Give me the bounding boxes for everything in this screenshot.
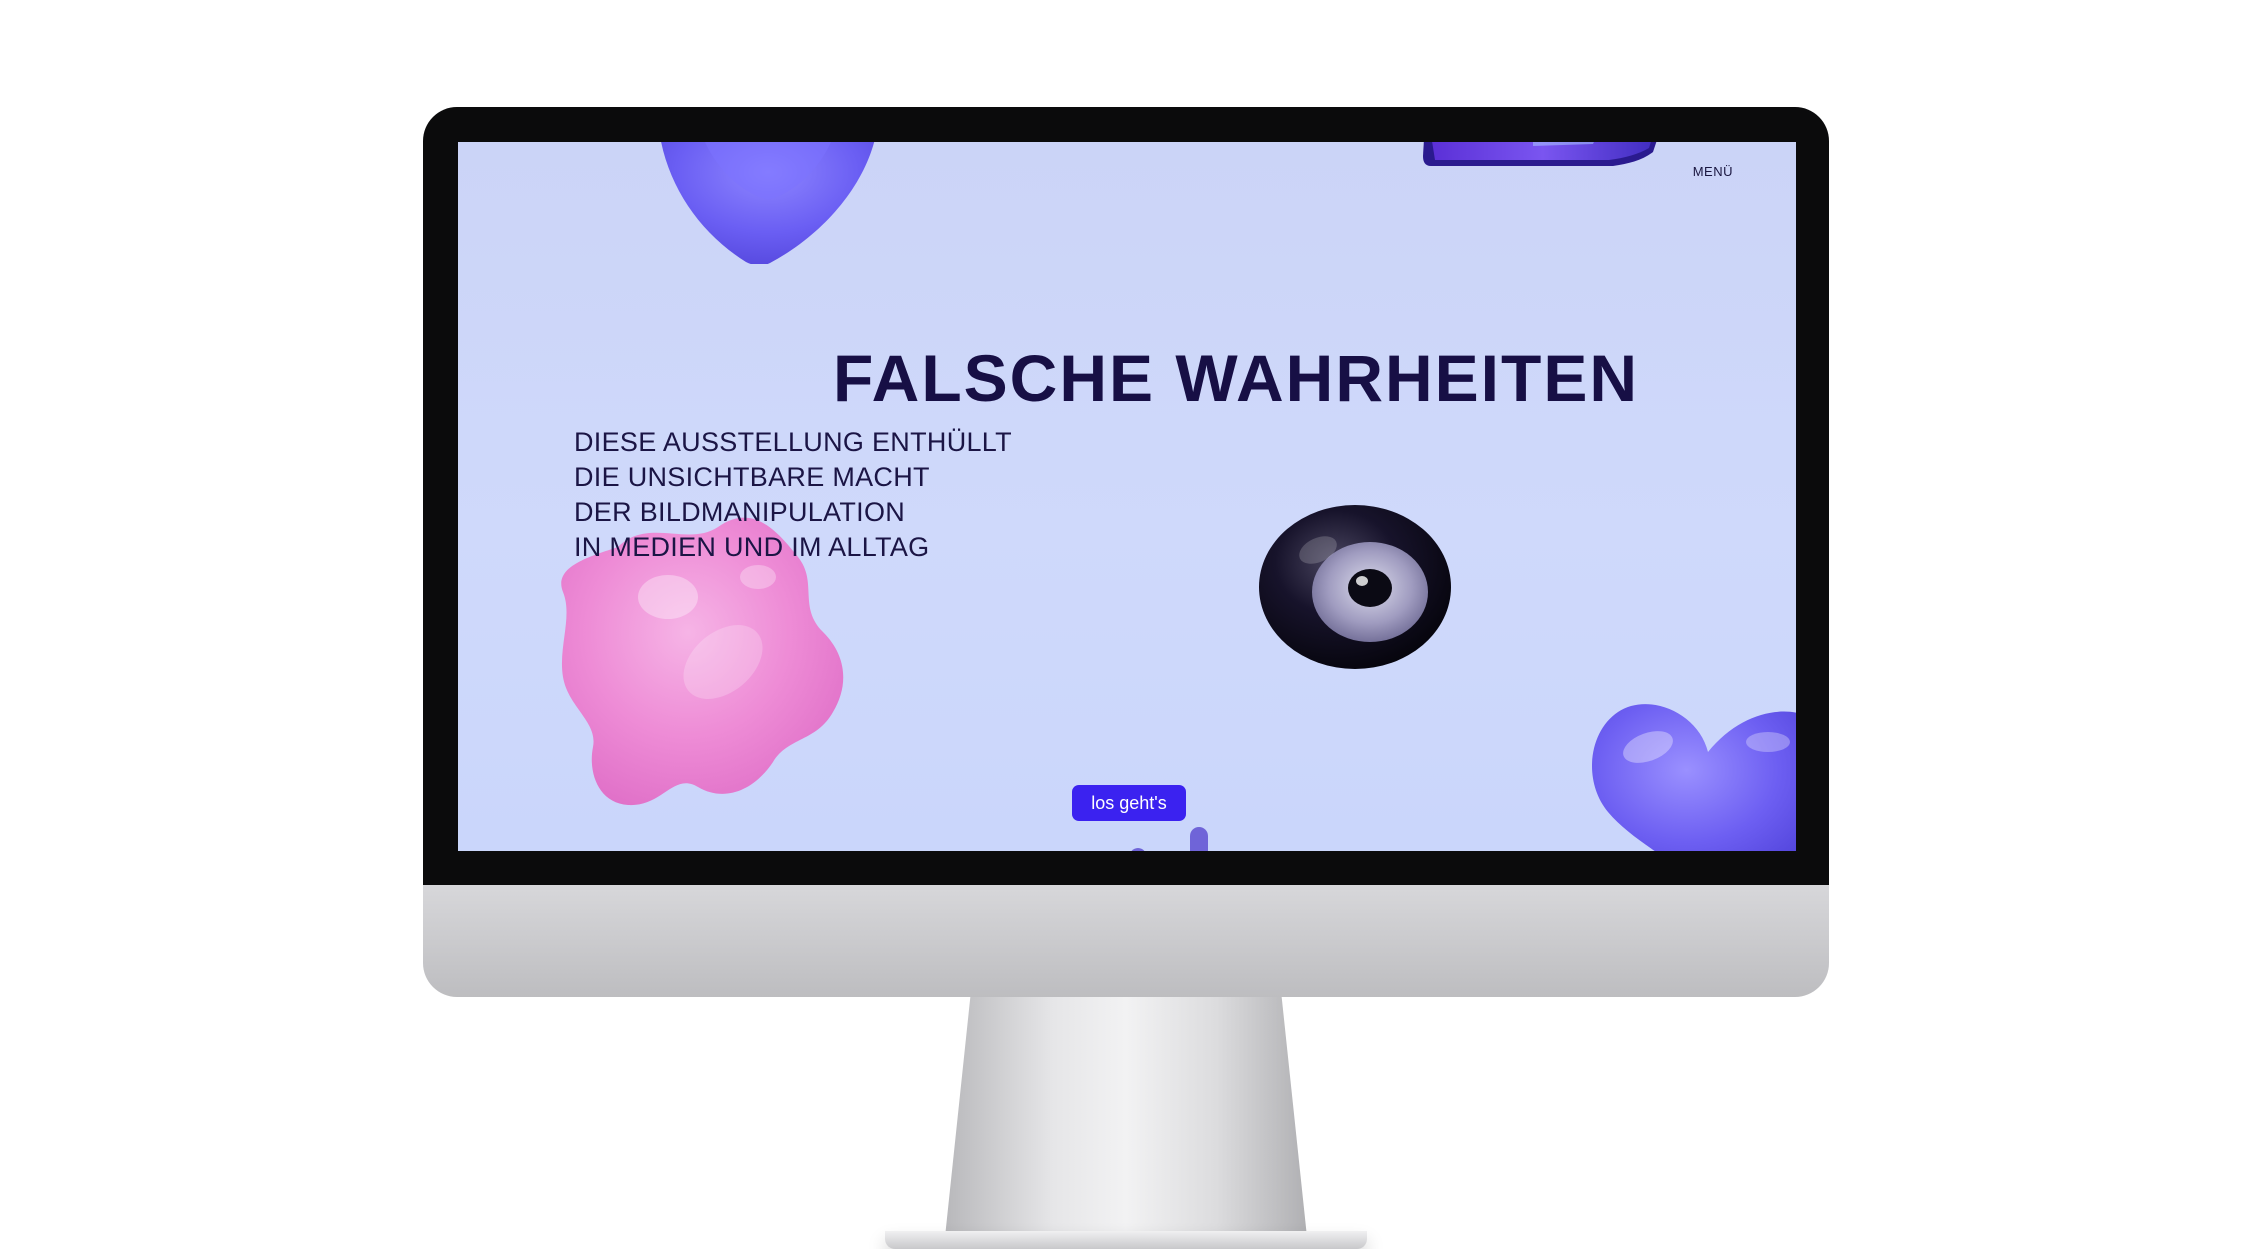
page-title: FALSCHE WAHRHEITEN (833, 341, 1640, 415)
intro-text: DIESE AUSSTELLUNG ENTHÜLLT DIE UNSICHTBA… (574, 425, 1012, 565)
gift-box-shape (1423, 142, 1657, 166)
intro-line: IN MEDIEN UND IM ALLTAG (574, 532, 930, 562)
menu-button[interactable]: MENÜ (1693, 164, 1733, 179)
monitor: MENÜ FALSCHE WAHRHEITEN DIESE AUSSTELLUN… (423, 107, 1829, 1249)
monitor-bezel: MENÜ FALSCHE WAHRHEITEN DIESE AUSSTELLUN… (423, 107, 1829, 887)
monitor-chin (423, 885, 1829, 997)
intro-line: DIESE AUSSTELLUNG ENTHÜLLT (574, 427, 1012, 457)
heart-shape (1592, 704, 1796, 851)
intro-line: DIE UNSICHTBARE MACHT (574, 462, 930, 492)
intro-line: DER BILDMANIPULATION (574, 497, 906, 527)
cta-button[interactable]: los geht's (1072, 785, 1186, 821)
monitor-foot (885, 1231, 1367, 1249)
website-screen: MENÜ FALSCHE WAHRHEITEN DIESE AUSSTELLUN… (458, 142, 1796, 851)
monitor-stand (945, 997, 1307, 1237)
hand-shape (1131, 827, 1208, 851)
eye-shape (1259, 505, 1451, 669)
violet-shield-shape (661, 142, 875, 264)
